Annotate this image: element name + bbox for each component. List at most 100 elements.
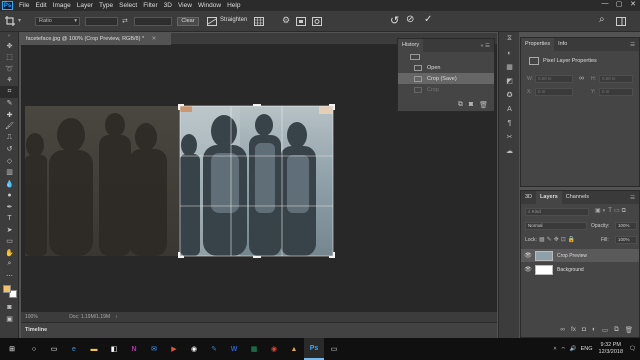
tab-3d[interactable]: 3D — [521, 191, 536, 204]
trash-icon[interactable]: 🗑 — [479, 101, 488, 109]
content-aware-icon[interactable] — [312, 17, 322, 26]
blur-tool-icon[interactable]: 💧 — [0, 178, 19, 190]
menu-help[interactable]: Help — [224, 2, 243, 9]
minimize-button[interactable]: — — [598, 0, 612, 11]
lock-icons[interactable]: ▦✎✥⊡🔒 — [539, 236, 577, 243]
lasso-tool-icon[interactable]: ➰ — [0, 63, 19, 75]
shape-tool-icon[interactable]: ▭ — [0, 236, 19, 248]
type-tool-icon[interactable]: T — [0, 213, 19, 225]
store-icon[interactable]: ◧ — [104, 338, 124, 360]
history-item-crop-save[interactable]: Crop (Save) — [398, 73, 494, 84]
adjustments-panel-icon[interactable]: ◩ — [499, 74, 520, 88]
foreground-color-swatch[interactable] — [3, 284, 11, 293]
tab-channels[interactable]: Channels — [562, 191, 593, 204]
menu-window[interactable]: Window — [195, 2, 224, 9]
crop-tool-icon-active[interactable]: ⌗ — [0, 86, 19, 98]
height-input[interactable] — [134, 17, 172, 26]
tray-overflow-icon[interactable]: ˄ — [553, 346, 556, 352]
workspace-icon[interactable] — [616, 17, 626, 26]
maximize-button[interactable]: ▢ — [612, 0, 626, 11]
tab-properties[interactable]: Properties — [521, 38, 555, 51]
commit-icon[interactable]: ✓ — [424, 14, 432, 25]
media-player-icon[interactable]: ▶ — [164, 338, 184, 360]
onenote-icon[interactable]: N — [124, 338, 144, 360]
link-layers-icon[interactable]: ∞ — [560, 326, 565, 334]
panel-menu-icon[interactable]: ☰ — [630, 195, 635, 201]
close-button[interactable]: ✕ — [626, 0, 640, 11]
visibility-eye-icon[interactable]: 👁 — [521, 252, 535, 259]
close-tab-icon[interactable]: ✕ — [152, 36, 157, 42]
brush-tool-icon[interactable]: 🖌 — [0, 121, 19, 133]
word-icon[interactable]: W — [224, 338, 244, 360]
history-brush-icon[interactable]: ↺ — [0, 144, 19, 156]
menu-type[interactable]: Type — [96, 2, 116, 9]
link-icon[interactable]: ∞ — [579, 75, 584, 82]
delete-cropped-pixels-icon[interactable] — [296, 17, 306, 26]
new-layer-icon[interactable]: ⧉ — [614, 326, 619, 334]
path-select-icon[interactable]: ➤ — [0, 224, 19, 236]
app-window-icon[interactable]: ▭ — [324, 338, 344, 360]
crop-tool-icon[interactable] — [5, 16, 15, 26]
tab-history[interactable]: History — [398, 39, 424, 52]
swatches-panel-icon[interactable]: ▦ — [499, 60, 520, 74]
healing-brush-icon[interactable]: ✚ — [0, 109, 19, 121]
photoshop-taskbar-icon[interactable]: Ps — [304, 338, 324, 360]
file-explorer-icon[interactable]: ▬ — [84, 338, 104, 360]
quick-mask-icon[interactable]: ◙ — [0, 302, 19, 314]
tab-info[interactable]: Info — [554, 38, 571, 51]
ratio-select[interactable]: Ratio ▾ — [35, 17, 80, 26]
hand-tool-icon[interactable]: ✋ — [0, 247, 19, 259]
menu-image[interactable]: Image — [50, 2, 74, 9]
marquee-tool-icon[interactable]: ⬚ — [0, 52, 19, 64]
opacity-field[interactable]: 100% — [615, 222, 637, 230]
layer-row-crop-preview[interactable]: 👁 Crop Preview — [521, 249, 639, 262]
volume-icon[interactable]: 🔊 — [570, 346, 577, 352]
start-windows-icon[interactable]: ⊞ — [0, 338, 24, 360]
clock[interactable]: 9:32 PM 12/3/2018 — [599, 342, 623, 356]
tab-layers[interactable]: Layers — [536, 191, 562, 204]
document-tab[interactable]: faceteface.jpg @ 100% (Crop Preview, RGB… — [21, 33, 171, 45]
vlc-icon[interactable]: ▲ — [284, 338, 304, 360]
screen-mode-icon[interactable]: ▣ — [0, 313, 19, 325]
paint-icon[interactable]: ✎ — [204, 338, 224, 360]
tools-presets-icon[interactable]: ✂ — [499, 130, 520, 144]
history-panel-icon[interactable]: ⧖ — [499, 32, 520, 46]
eyedropper-tool-icon[interactable]: ✎ — [0, 98, 19, 110]
color-swatches[interactable] — [0, 282, 18, 302]
straighten-icon[interactable] — [207, 17, 217, 26]
collapse-icon[interactable]: » — [0, 32, 18, 40]
clear-button[interactable]: Clear — [177, 17, 199, 26]
camera-icon[interactable]: ◙ — [469, 101, 473, 109]
swap-icon[interactable]: ⇄ — [122, 17, 128, 25]
doc-info[interactable]: Doc: 1.19M/1.19M — [69, 314, 110, 320]
panel-menu-icon[interactable]: » ☰ — [480, 43, 490, 49]
mail-icon[interactable]: ✉ — [144, 338, 164, 360]
color-panel-icon[interactable]: ◐ — [499, 46, 520, 60]
x-field[interactable]: 0 in — [535, 88, 573, 96]
width-field[interactable]: 0.00 in — [535, 75, 573, 83]
edge-icon[interactable]: e — [64, 338, 84, 360]
layer-mask-icon[interactable]: ◘ — [582, 326, 586, 334]
menu-view[interactable]: View — [175, 2, 195, 9]
layer-filter-kind[interactable]: ⌕ Kind — [525, 208, 589, 216]
fill-field[interactable]: 100% — [615, 236, 637, 244]
status-arrow-icon[interactable]: › — [115, 314, 117, 320]
cancel-icon[interactable]: ⊘ — [406, 14, 414, 25]
panel-menu-icon[interactable]: ☰ — [630, 42, 635, 48]
adjustment-layer-icon[interactable]: ◐ — [592, 326, 596, 334]
new-document-icon[interactable]: ⧉ — [458, 101, 463, 109]
history-item-crop[interactable]: Crop — [398, 84, 494, 95]
straighten-label[interactable]: Straighten — [220, 17, 247, 23]
reset-icon[interactable]: ↺ — [390, 14, 399, 27]
layer-row-background[interactable]: 👁 Background — [521, 263, 639, 276]
trash-icon[interactable]: 🗑 — [625, 326, 633, 334]
eraser-tool-icon[interactable]: ◇ — [0, 155, 19, 167]
paragraph-panel-icon[interactable]: ¶ — [499, 116, 520, 130]
zoom-tool-icon[interactable]: ⌕ — [0, 259, 19, 271]
cloud-icon[interactable]: ☁ — [499, 144, 520, 158]
app-icon[interactable]: ◉ — [184, 338, 204, 360]
blend-mode-select[interactable]: Normal — [525, 222, 587, 230]
menu-edit[interactable]: Edit — [32, 2, 49, 9]
fx-icon[interactable]: fx — [571, 326, 576, 334]
calculator-icon[interactable]: ▦ — [244, 338, 264, 360]
